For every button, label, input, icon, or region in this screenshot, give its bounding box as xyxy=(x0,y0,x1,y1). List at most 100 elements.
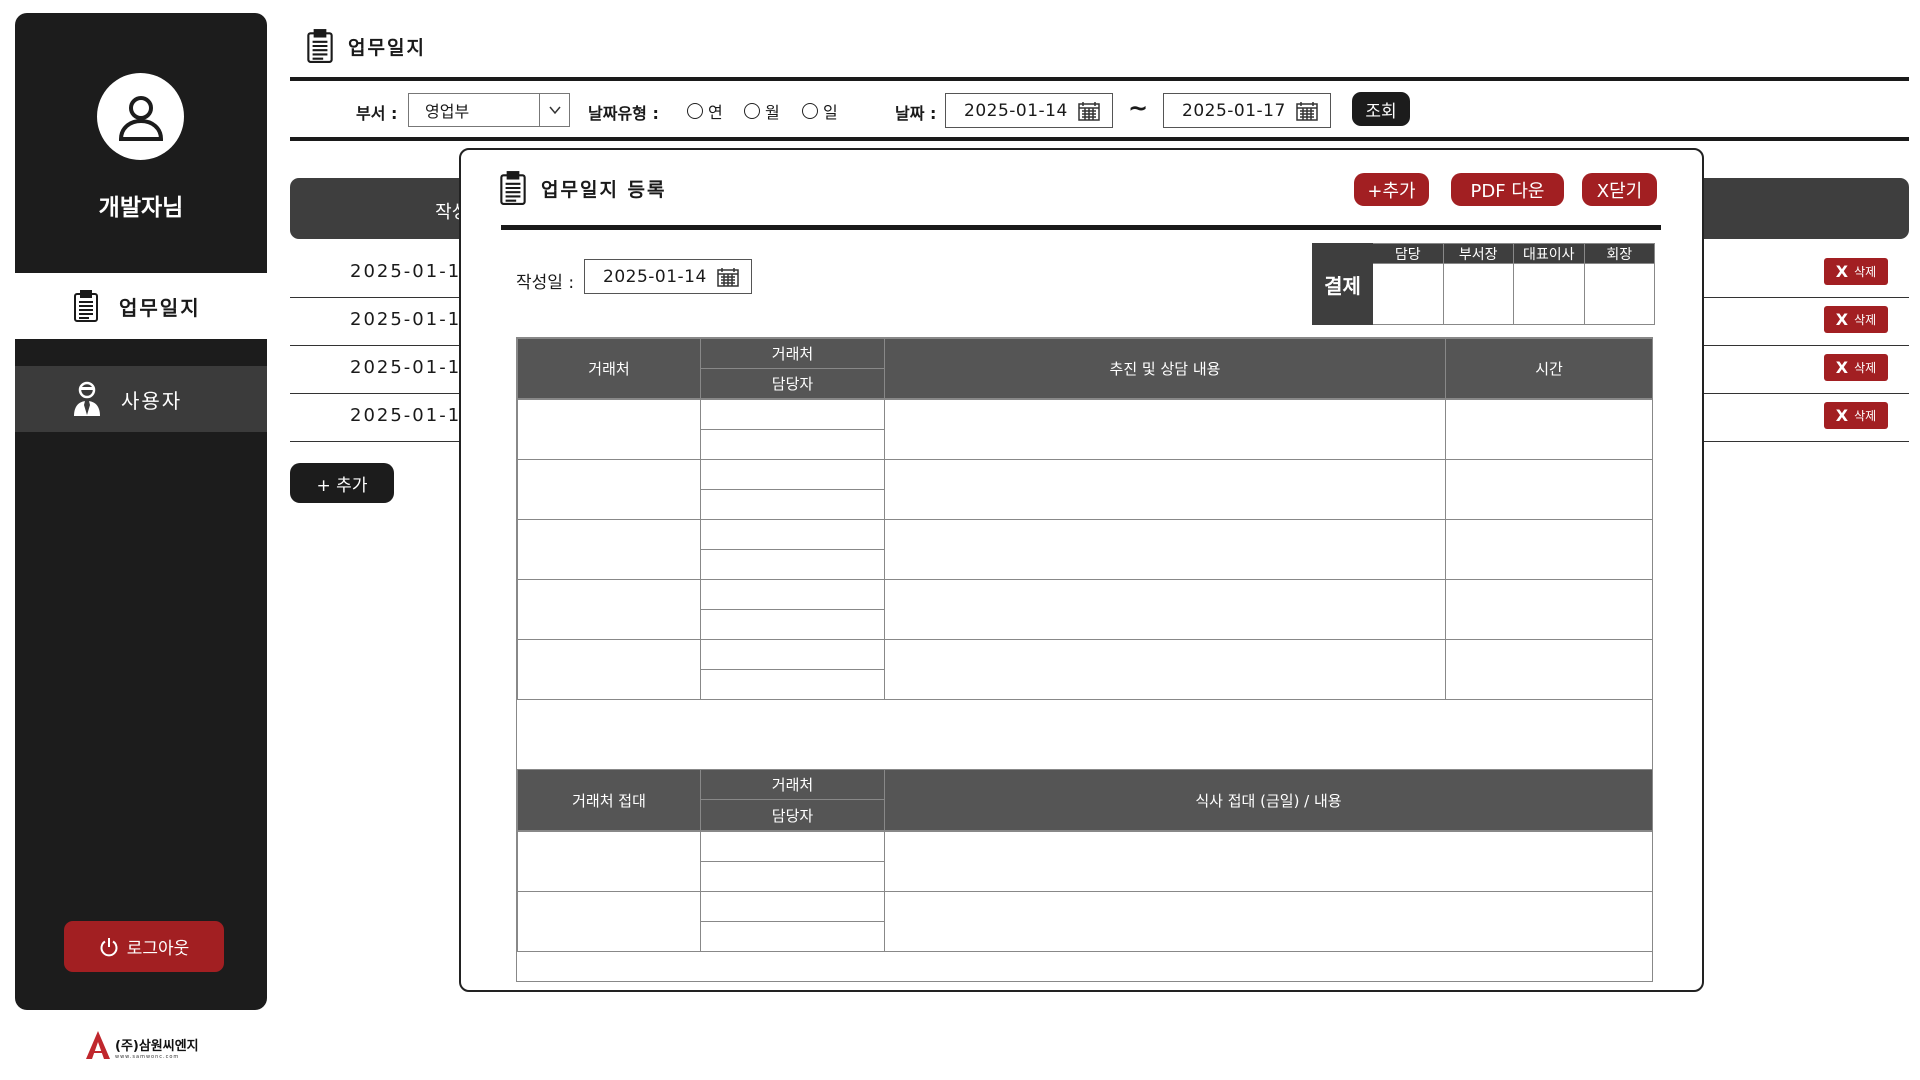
radio-day[interactable]: 일 xyxy=(802,99,838,123)
radio-month[interactable]: 월 xyxy=(744,99,780,123)
work-diary-modal: 업무일지 등록 +추가 PDF 다운 X닫기 작성일 : 2025-01-14 … xyxy=(459,148,1704,992)
search-button[interactable]: 조회 xyxy=(1352,92,1410,126)
calendar-icon[interactable] xyxy=(717,267,739,287)
sidebar-item-users[interactable]: 사용자 xyxy=(15,366,267,432)
cell-client[interactable] xyxy=(517,639,701,700)
user-tie-icon xyxy=(74,381,100,416)
cell-client[interactable] xyxy=(517,519,701,580)
cell-sub-client[interactable] xyxy=(700,891,885,922)
date-label: 날짜 : xyxy=(895,104,937,123)
modal-title: 업무일지 등록 xyxy=(499,170,667,206)
sidebar: 개발자님 업무일지 사용자 로그아웃 xyxy=(15,13,267,1010)
cell-sub-client[interactable] xyxy=(700,459,885,490)
cell-content[interactable] xyxy=(884,519,1446,580)
sidebar-item-work-diary[interactable]: 업무일지 xyxy=(15,273,267,339)
date-to-input[interactable]: 2025-01-17 xyxy=(1163,93,1331,128)
approval-box: 결제 담당 부서장 대표이사 회장 xyxy=(1312,243,1655,325)
date-from-input[interactable]: 2025-01-14 xyxy=(945,93,1113,128)
col-header-manager: 담당자 xyxy=(700,368,885,399)
logout-button[interactable]: 로그아웃 xyxy=(64,921,224,972)
close-icon: X xyxy=(1835,262,1849,281)
add-button[interactable]: + 추가 xyxy=(290,463,394,503)
list-row-date: 2025-01-15 xyxy=(350,309,475,330)
cell-client[interactable] xyxy=(517,579,701,640)
cell-manager[interactable] xyxy=(700,861,885,892)
cell-client[interactable] xyxy=(517,831,701,892)
approval-role: 담당 xyxy=(1373,244,1443,264)
calendar-icon[interactable] xyxy=(1078,101,1100,121)
radio-day-label: 일 xyxy=(823,103,838,122)
date-type-label: 날짜유형 : xyxy=(588,104,659,123)
cell-client[interactable] xyxy=(517,459,701,520)
page-title: 업무일지 xyxy=(306,28,426,64)
approval-slot[interactable]: 대표이사 xyxy=(1514,243,1585,325)
cell-time[interactable] xyxy=(1445,459,1653,520)
modal-add-button[interactable]: +추가 xyxy=(1354,173,1429,206)
cell-sub-client[interactable] xyxy=(700,519,885,550)
delete-label: 삭제 xyxy=(1854,265,1877,279)
date-from-value: 2025-01-14 xyxy=(964,100,1068,121)
cell-content[interactable] xyxy=(884,579,1446,640)
modal-close-button[interactable]: X닫기 xyxy=(1582,173,1657,206)
cell-sub-client[interactable] xyxy=(700,399,885,430)
col-header-content: 추진 및 상담 내용 xyxy=(884,338,1446,399)
written-date-input[interactable]: 2025-01-14 xyxy=(584,259,752,294)
cell-time[interactable] xyxy=(1445,579,1653,640)
delete-button[interactable]: X 삭제 xyxy=(1824,258,1888,285)
dept-select[interactable]: 영업부 xyxy=(408,93,570,127)
cell-content[interactable] xyxy=(884,639,1446,700)
approval-slot[interactable]: 회장 xyxy=(1584,243,1655,325)
col-header-meal-content: 식사 접대 (금일) / 내용 xyxy=(884,769,1653,831)
calendar-icon[interactable] xyxy=(1296,101,1318,121)
cell-meal-content[interactable] xyxy=(884,891,1653,952)
cell-time[interactable] xyxy=(1445,519,1653,580)
list-row-date: 2025-01-14 xyxy=(350,261,475,282)
cell-time[interactable] xyxy=(1445,399,1653,460)
cell-client[interactable] xyxy=(517,891,701,952)
company-name: (주)삼원씨엔지 xyxy=(115,1039,199,1054)
modal-divider xyxy=(501,225,1661,230)
delete-button[interactable]: X 삭제 xyxy=(1824,354,1888,381)
dept-select-value: 영업부 xyxy=(425,102,470,121)
col-header-time: 시간 xyxy=(1445,338,1653,399)
cell-content[interactable] xyxy=(884,399,1446,460)
delete-button[interactable]: X 삭제 xyxy=(1824,306,1888,333)
company-logo: (주)삼원씨엔지 www.samwonc.com xyxy=(85,1030,199,1060)
cell-manager[interactable] xyxy=(700,549,885,580)
cell-time[interactable] xyxy=(1445,639,1653,700)
cell-manager[interactable] xyxy=(700,429,885,460)
close-icon: X xyxy=(1835,406,1849,425)
radio-year[interactable]: 연 xyxy=(687,99,723,123)
cell-meal-content[interactable] xyxy=(884,831,1653,892)
cell-manager[interactable] xyxy=(700,921,885,952)
approval-slot[interactable]: 부서장 xyxy=(1443,243,1514,325)
cell-content[interactable] xyxy=(884,459,1446,520)
radio-circle xyxy=(802,103,818,119)
cell-sub-client[interactable] xyxy=(700,831,885,862)
list-row-date: 2025-01-17 xyxy=(350,405,475,426)
approval-role: 부서장 xyxy=(1443,244,1513,264)
close-icon: X xyxy=(1835,310,1849,329)
cell-sub-client[interactable] xyxy=(700,579,885,610)
written-date-value: 2025-01-14 xyxy=(603,266,707,287)
approval-head: 결제 xyxy=(1312,243,1373,325)
delete-label: 삭제 xyxy=(1854,361,1877,375)
delete-button[interactable]: X 삭제 xyxy=(1824,402,1888,429)
filter-bar: 부서 : 영업부 날짜유형 : 연 월 일 날짜 : 2025-01-14 ~ … xyxy=(290,90,1910,130)
pdf-download-button[interactable]: PDF 다운 xyxy=(1451,173,1564,206)
cell-manager[interactable] xyxy=(700,489,885,520)
logout-label: 로그아웃 xyxy=(126,939,190,959)
approval-slot[interactable]: 담당 xyxy=(1373,243,1444,325)
cell-sub-client[interactable] xyxy=(700,639,885,670)
cell-manager[interactable] xyxy=(700,609,885,640)
chevron-down-icon xyxy=(539,94,569,126)
cell-manager[interactable] xyxy=(700,669,885,700)
col-header-sub-client: 거래처 xyxy=(700,338,885,369)
cell-client[interactable] xyxy=(517,399,701,460)
written-date-label: 작성일 : xyxy=(516,273,575,293)
clipboard-icon xyxy=(500,171,526,205)
clipboard-icon xyxy=(74,290,98,322)
radio-circle xyxy=(744,103,760,119)
radio-circle xyxy=(687,103,703,119)
company-logo-icon xyxy=(86,1031,110,1059)
